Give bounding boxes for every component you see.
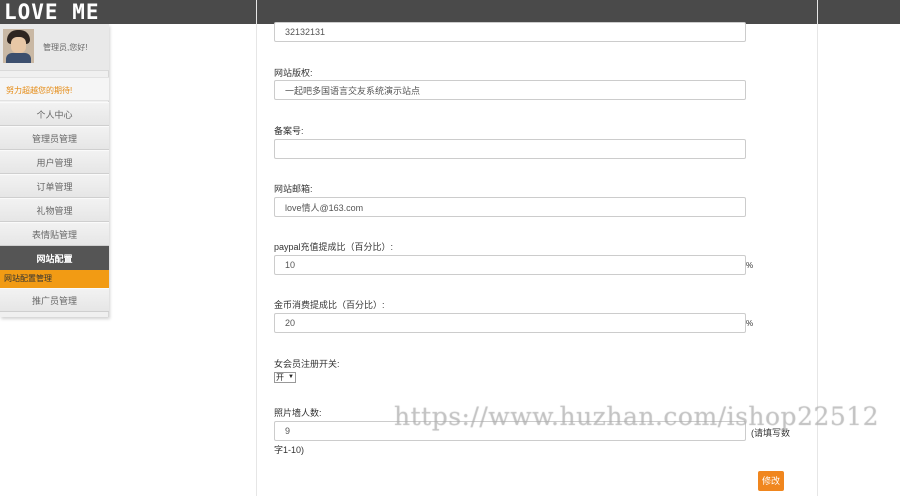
coin-ratio-input[interactable] xyxy=(274,313,746,333)
sidebar-item-user-management[interactable]: 用户管理 xyxy=(0,150,109,174)
avatar xyxy=(3,29,34,63)
sidebar-item-order-management[interactable]: 订单管理 xyxy=(0,174,109,198)
paypal-percent-sign: % xyxy=(746,261,754,270)
sidebar-item-admin-management[interactable]: 管理员管理 xyxy=(0,126,109,150)
paypal-ratio-label: paypal充值提成比（百分比）: xyxy=(274,242,394,252)
watermark-text: https://www.huzhan.com/ishop22512 xyxy=(394,402,880,431)
sidebar-item-site-config[interactable]: 网站配置 xyxy=(0,246,109,270)
submit-button[interactable]: 修改 xyxy=(758,471,784,491)
user-panel: 管理员,您好! xyxy=(0,24,109,71)
icp-input[interactable] xyxy=(274,139,746,159)
first-field-input[interactable] xyxy=(274,22,746,42)
email-input[interactable] xyxy=(274,197,746,217)
sidebar: 管理员,您好! 努力超越您的期待! 个人中心 管理员管理 用户管理 订单管理 礼… xyxy=(0,24,109,317)
copyright-label: 网站版权: xyxy=(274,68,313,78)
copyright-input[interactable] xyxy=(274,80,746,100)
chevron-down-icon: ▼ xyxy=(288,374,294,380)
motto-text: 努力超越您的期待! xyxy=(6,86,73,95)
motto-bar: 努力超越您的期待! xyxy=(0,77,109,101)
sidebar-subitem-site-config-management[interactable]: 网站配置管理 xyxy=(0,270,109,288)
greeting-text: 管理员,您好! xyxy=(43,43,88,52)
sidebar-item-sticker-management[interactable]: 表情贴管理 xyxy=(0,222,109,246)
photo-count-hint-b: 字1-10) xyxy=(274,445,305,455)
paypal-ratio-input[interactable] xyxy=(274,255,746,275)
icp-label: 备案号: xyxy=(274,126,304,136)
female-register-select[interactable]: 开 ▼ xyxy=(274,372,296,383)
email-label: 网站邮箱: xyxy=(274,184,313,194)
female-register-label: 女会员注册开关: xyxy=(274,359,340,369)
coin-percent-sign: % xyxy=(746,319,754,328)
sidebar-menu: 个人中心 管理员管理 用户管理 订单管理 礼物管理 表情贴管理 网站配置 网站配… xyxy=(0,102,109,312)
female-register-option: 开 xyxy=(276,373,284,382)
coin-ratio-label: 金币消费提成比（百分比）: xyxy=(274,300,385,310)
photo-count-label: 照片墙人数: xyxy=(274,408,322,418)
sidebar-item-gift-management[interactable]: 礼物管理 xyxy=(0,198,109,222)
sidebar-item-personal-center[interactable]: 个人中心 xyxy=(0,102,109,126)
site-logo: LOVE ME xyxy=(4,0,100,24)
sidebar-item-promoter-management[interactable]: 推广员管理 xyxy=(0,288,109,312)
